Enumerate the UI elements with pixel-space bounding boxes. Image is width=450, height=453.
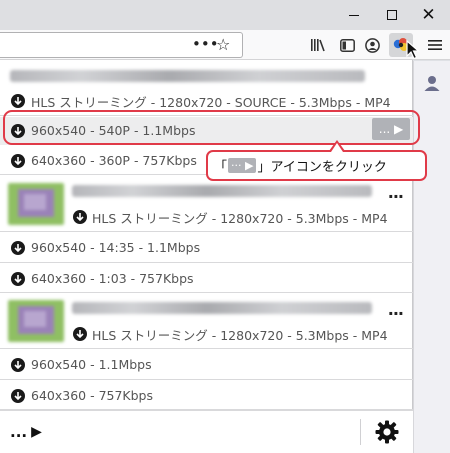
video-title-blurred (10, 66, 365, 82)
play-arrow-icon: ▶ (31, 424, 42, 440)
list-item[interactable]: ... HLS ストリーミング - 1280x720 - 5.3Mbps - M… (0, 177, 413, 232)
callout-open-bracket: 「 (214, 160, 228, 175)
maximize-button[interactable] (373, 0, 410, 30)
sidebar-toggle-icon[interactable] (336, 34, 358, 56)
stream-variant: 640x360 - 1:03 - 757Kbps (31, 271, 194, 286)
download-icon (11, 389, 25, 403)
video-thumbnail (8, 300, 64, 342)
highlight-ring (3, 110, 420, 145)
title-bar: ✕ (0, 0, 450, 30)
browser-window: ✕ ••• ☆ HLS ストリーミング - 1280x720 - SOURCE … (0, 0, 450, 453)
instruction-callout: 「 ··· ▶ 」アイコンをクリック (206, 150, 427, 181)
video-title-blurred (72, 302, 372, 316)
page-actions-icon[interactable]: ••• (192, 35, 219, 53)
stream-variant: 960x540 - 1.1Mbps (31, 357, 152, 372)
list-item[interactable]: ... HLS ストリーミング - 1280x720 - 5.3Mbps - M… (0, 294, 413, 349)
close-icon: ✕ (421, 4, 436, 25)
minimize-button[interactable] (335, 0, 372, 30)
stream-variant: 640x360 - 360P - 757Kbps (31, 153, 197, 168)
nav-toolbar: ••• ☆ (0, 30, 450, 60)
download-icon (73, 327, 87, 341)
footer-divider (360, 419, 361, 445)
callout-chip: ··· ▶ (228, 158, 257, 173)
minimize-icon (348, 14, 359, 16)
list-item[interactable]: HLS ストリーミング - 1280x720 - SOURCE - 5.3Mbp… (0, 60, 413, 116)
maximize-icon (386, 10, 397, 20)
row-more-button[interactable]: ... (388, 300, 404, 319)
stream-info: HLS ストリーミング - 1280x720 - 5.3Mbps - MP4 (92, 328, 388, 343)
download-icon (11, 272, 25, 286)
popup-footer: ... ▶ (0, 410, 413, 453)
download-icon (11, 358, 25, 372)
mouse-pointer-icon (406, 39, 421, 64)
more-actions-button[interactable]: ... ▶ (372, 118, 410, 140)
menu-icon[interactable] (424, 34, 446, 56)
close-button[interactable]: ✕ (410, 0, 447, 30)
footer-more-button[interactable]: ... ▶ (10, 423, 42, 441)
callout-tail-inner (331, 143, 343, 152)
footer-more-label: ... (10, 423, 28, 441)
bookmark-star-icon[interactable]: ☆ (216, 35, 230, 54)
stream-info: HLS ストリーミング - 1280x720 - 5.3Mbps - MP4 (92, 211, 388, 226)
download-icon (11, 154, 25, 168)
video-title-blurred (72, 185, 372, 199)
video-thumbnail (8, 183, 64, 225)
row-more-button[interactable]: ... (388, 183, 404, 202)
download-icon (11, 94, 25, 108)
url-bar[interactable]: ••• ☆ (0, 32, 243, 58)
callout-text: 」アイコンをクリック (257, 160, 387, 175)
list-item[interactable]: 640x360 - 1:03 - 757Kbps (0, 264, 413, 293)
settings-gear-icon[interactable] (374, 419, 400, 449)
account-icon[interactable] (361, 34, 383, 56)
stream-variant: 640x360 - 757Kbps (31, 388, 154, 403)
download-icon (73, 210, 87, 224)
user-avatar-icon[interactable] (422, 73, 442, 97)
stream-variant: 960x540 - 14:35 - 1.1Mbps (31, 240, 201, 255)
list-item[interactable]: 640x360 - 757Kbps (0, 381, 413, 410)
list-item[interactable]: 960x540 - 14:35 - 1.1Mbps (0, 233, 413, 263)
download-icon (11, 241, 25, 255)
library-icon[interactable] (307, 34, 329, 56)
stream-info: HLS ストリーミング - 1280x720 - SOURCE - 5.3Mbp… (31, 95, 391, 110)
list-item[interactable]: 960x540 - 1.1Mbps (0, 350, 413, 380)
